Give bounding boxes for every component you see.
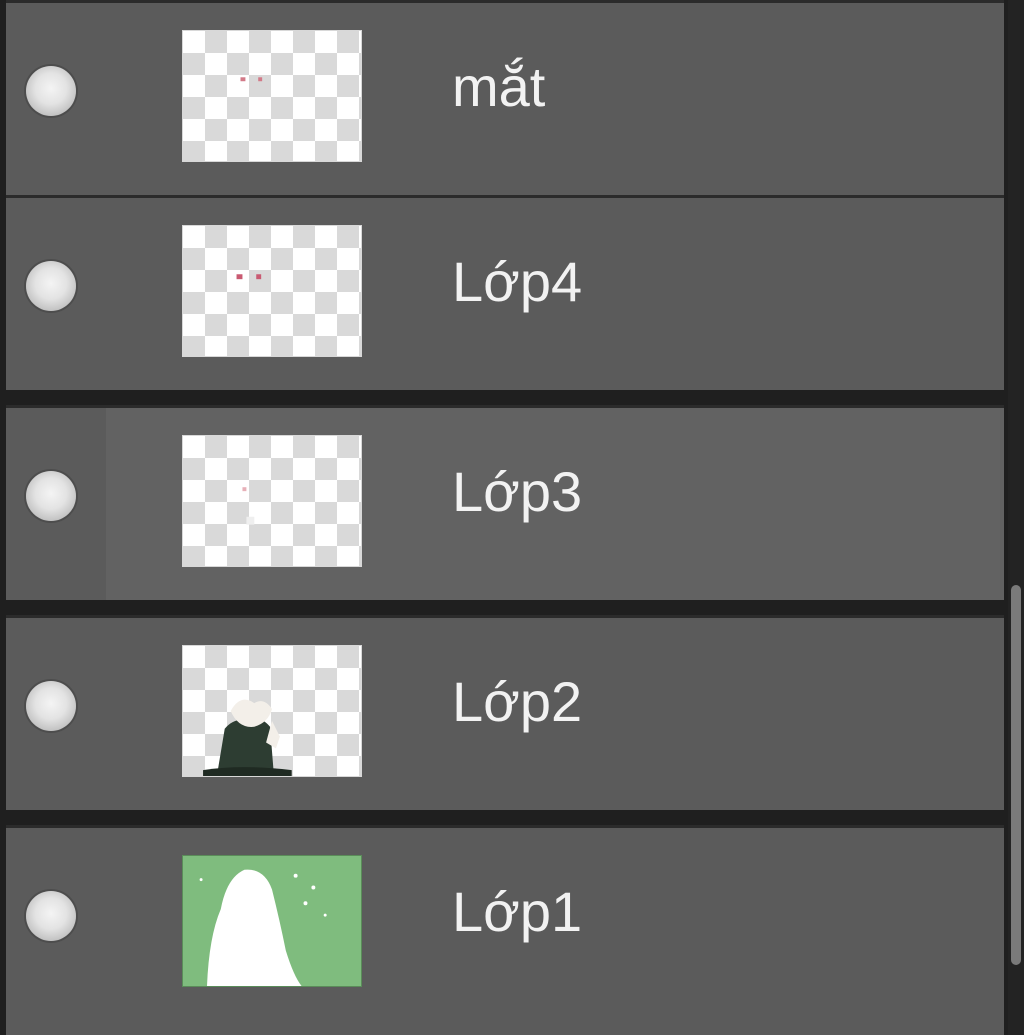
layer-list: mắt Lớp4 Lớp3 Lớp2 Lớp1: [6, 0, 1004, 1035]
visibility-toggle-icon[interactable]: [26, 66, 76, 116]
visibility-toggle-icon[interactable]: [26, 681, 76, 731]
layer-name: Lớp4: [452, 250, 583, 313]
transparent-layer-thumbnail-icon: [242, 487, 255, 525]
layer-row-lop4[interactable]: Lớp4: [6, 195, 1004, 390]
layer-thumbnail[interactable]: [182, 855, 362, 987]
visibility-toggle-icon[interactable]: [26, 471, 76, 521]
layer-name: Lớp1: [452, 880, 583, 943]
character-thumbnail-icon: [203, 699, 292, 776]
layer-name: mắt: [452, 55, 546, 118]
layer-name: Lớp3: [452, 460, 583, 523]
layer-row-mat[interactable]: mắt: [6, 0, 1004, 195]
layer-name: Lớp2: [452, 670, 583, 733]
layer-thumbnail[interactable]: [182, 225, 362, 357]
layer-thumbnail[interactable]: [182, 645, 362, 777]
visibility-toggle-icon[interactable]: [26, 261, 76, 311]
transparent-layer-thumbnail-icon: [236, 274, 262, 280]
layer-row-lop2[interactable]: Lớp2: [6, 615, 1004, 810]
layers-panel: mắt Lớp4 Lớp3 Lớp2 Lớp1: [0, 0, 1024, 1035]
layer-row-lop1[interactable]: Lớp1: [6, 825, 1004, 1035]
green-background-thumbnail-icon: [199, 869, 327, 986]
visibility-toggle-icon[interactable]: [26, 891, 76, 941]
layer-row-lop3[interactable]: Lớp3: [6, 405, 1004, 600]
layer-thumbnail[interactable]: [182, 30, 362, 162]
transparent-layer-thumbnail-icon: [240, 77, 263, 82]
scrollbar-thumb[interactable]: [1011, 585, 1021, 965]
layer-thumbnail[interactable]: [182, 435, 362, 567]
